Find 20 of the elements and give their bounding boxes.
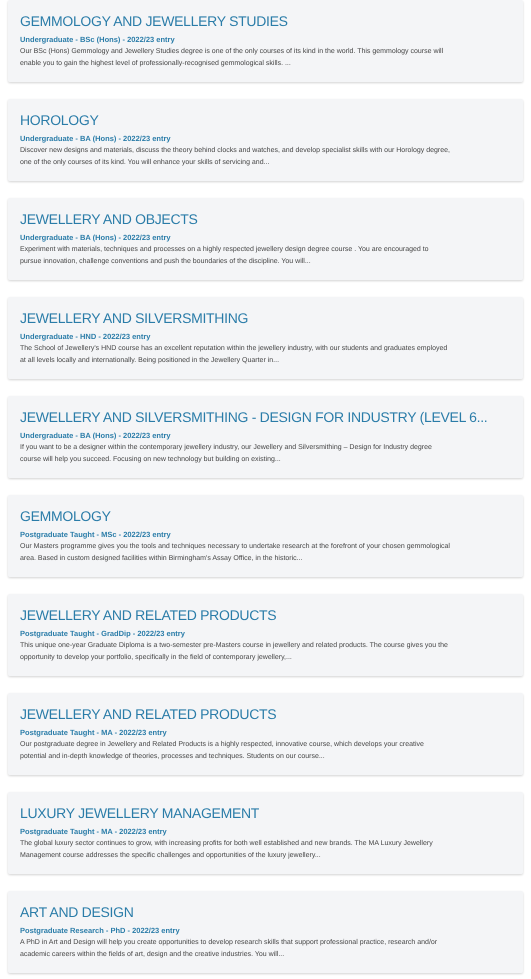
course-title-link[interactable]: GEMMOLOGY AND JEWELLERY STUDIES [20,12,511,30]
course-title-link[interactable]: ART AND DESIGN [20,903,511,921]
course-card[interactable] [8,396,523,478]
course-card[interactable] [8,891,523,973]
course-title-link[interactable]: LUXURY JEWELLERY MANAGEMENT [20,804,511,822]
course-card[interactable] [8,198,523,280]
course-card[interactable] [8,297,523,379]
course-card[interactable] [8,99,523,181]
course-title-link[interactable]: JEWELLERY AND RELATED PRODUCTS [20,606,511,624]
course-title-link[interactable]: JEWELLERY AND SILVERSMITHING [20,309,511,327]
course-card[interactable] [8,495,523,577]
course-card[interactable] [8,594,523,676]
course-card[interactable] [8,0,523,82]
course-title-link[interactable]: GEMMOLOGY [20,507,511,525]
course-card[interactable] [8,792,523,874]
course-title-link[interactable]: JEWELLERY AND SILVERSMITHING - DESIGN FOR INDUSTRY (LEVEL 6... [20,408,511,426]
course-title-link[interactable]: HOROLOGY [20,111,511,129]
course-card[interactable] [8,693,523,775]
course-title-link[interactable]: JEWELLERY AND OBJECTS [20,210,511,228]
course-title-link[interactable]: JEWELLERY AND RELATED PRODUCTS [20,705,511,723]
